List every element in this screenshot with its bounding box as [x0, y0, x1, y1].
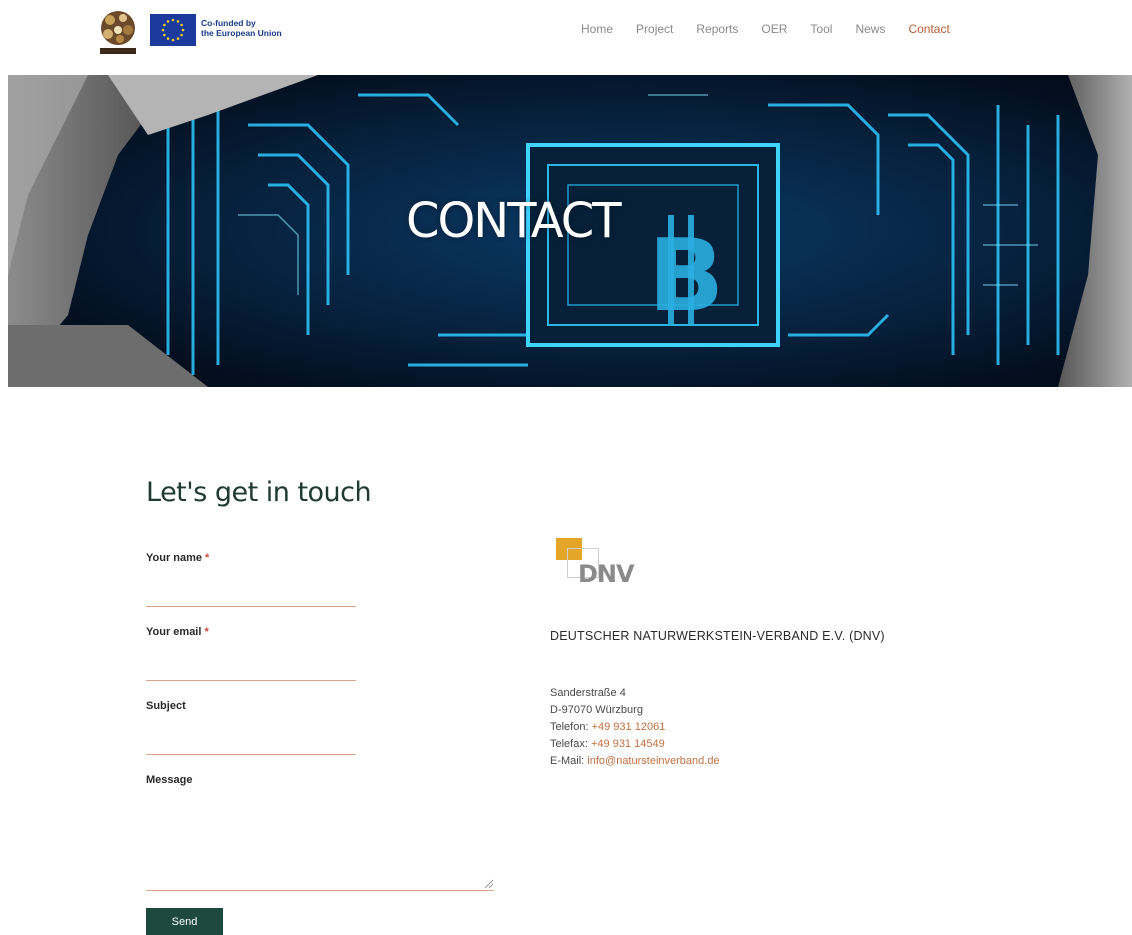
name-input[interactable]	[146, 586, 356, 607]
nav-home[interactable]: Home	[581, 22, 613, 36]
phone-label: Telefon:	[550, 721, 589, 733]
hero-banner: B CONTACT	[8, 75, 1132, 387]
nav-oer[interactable]: OER	[761, 22, 787, 36]
svg-text:B: B	[648, 217, 724, 334]
send-button[interactable]: Send	[146, 908, 223, 935]
main-nav: Home Project Reports OER Tool News Conta…	[581, 22, 950, 36]
phone-link[interactable]: +49 931 12061	[592, 721, 666, 733]
nav-tool[interactable]: Tool	[810, 22, 832, 36]
organization-name: DEUTSCHER NATURWERKSTEIN-VERBAND E.V. (D…	[550, 629, 885, 643]
email-link[interactable]: info@natursteinverband.de	[587, 755, 719, 767]
eu-text-line1: Co-funded by	[201, 18, 256, 28]
message-label: Message	[146, 774, 193, 786]
hero-title: CONTACT	[406, 193, 622, 249]
form-title: Let's get in touch	[146, 477, 372, 508]
message-textarea[interactable]	[146, 800, 494, 891]
subject-input[interactable]	[146, 734, 356, 755]
subject-label: Subject	[146, 700, 186, 712]
nav-news[interactable]: News	[855, 22, 885, 36]
fax-row: Telefax: +49 931 14549	[550, 736, 720, 753]
address-block: Sanderstraße 4 D-97070 Würzburg Telefon:…	[550, 685, 720, 770]
address-street: Sanderstraße 4	[550, 687, 626, 699]
name-label-text: Your name	[146, 552, 203, 564]
dnv-logo: DNV	[556, 538, 652, 590]
email-label: Your email *	[146, 626, 209, 638]
phone-row: Telefon: +49 931 12061	[550, 719, 720, 736]
email-label: E-Mail:	[550, 755, 585, 767]
project-logo-icon[interactable]	[96, 8, 140, 58]
required-mark: *	[205, 552, 210, 564]
fax-label: Telefax:	[550, 738, 588, 750]
required-mark: *	[204, 626, 209, 638]
address-city: D-97070 Würzburg	[550, 704, 643, 716]
nav-reports[interactable]: Reports	[696, 22, 738, 36]
eu-text-line2: the European Union	[201, 28, 282, 38]
resize-grip-icon[interactable]	[483, 878, 493, 888]
name-label: Your name *	[146, 552, 209, 564]
nav-contact[interactable]: Contact	[908, 22, 949, 36]
email-input[interactable]	[146, 660, 356, 681]
nav-project[interactable]: Project	[636, 22, 673, 36]
eu-funding-text: Co-funded by the European Union	[201, 18, 282, 38]
fax-link[interactable]: +49 931 14549	[591, 738, 665, 750]
site-header: Co-funded by the European Union Home Pro…	[0, 0, 1132, 75]
email-row: E-Mail: info@natursteinverband.de	[550, 753, 720, 770]
dnv-logo-text: DNV	[578, 560, 635, 588]
eu-flag-icon	[150, 14, 196, 46]
email-label-text: Your email	[146, 626, 202, 638]
